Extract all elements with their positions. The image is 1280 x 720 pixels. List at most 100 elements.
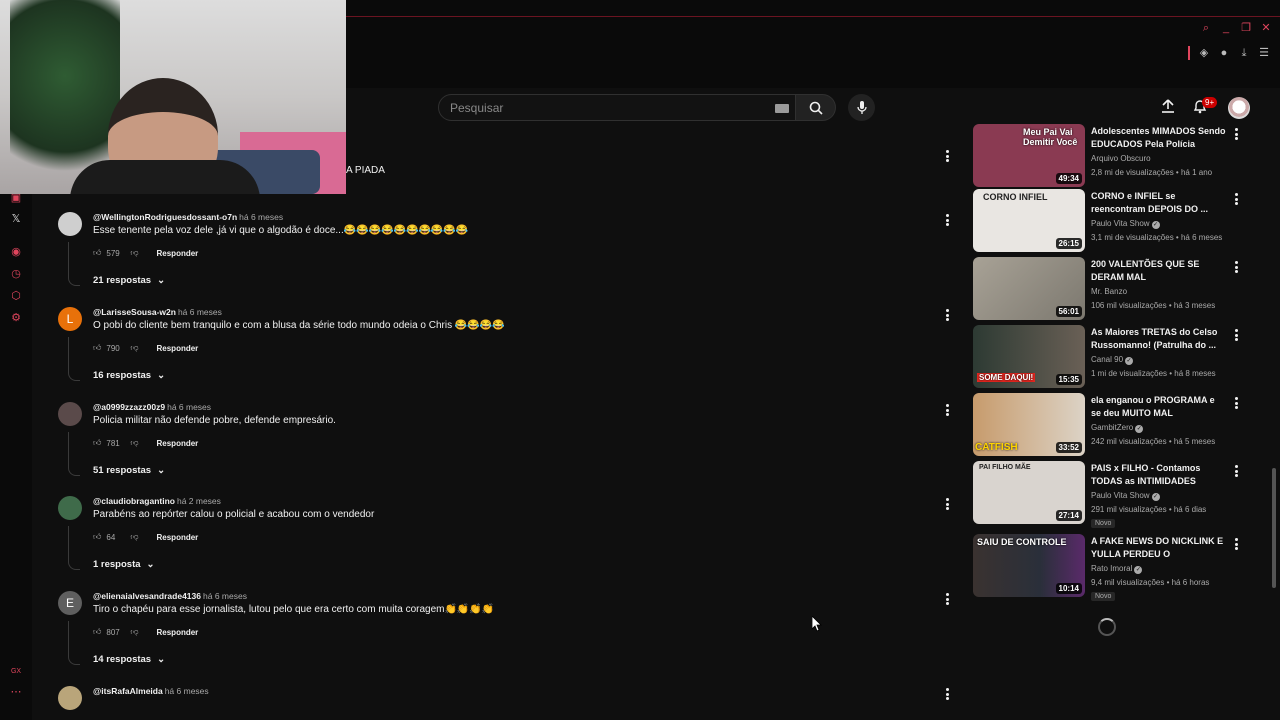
channel-name[interactable]: Paulo Vita Show ✓ — [1091, 491, 1160, 501]
replies-toggle[interactable]: 21 respostas ⌄ — [93, 275, 165, 286]
kebab-icon[interactable] — [1235, 397, 1239, 409]
video-thumbnail[interactable]: PAI FILHO MÃE 27:14 — [973, 461, 1085, 524]
comment-author[interactable]: @elienaialvesandrade4136 — [93, 591, 201, 601]
kebab-icon[interactable] — [1235, 538, 1239, 550]
related-video[interactable]: 56:01 200 VALENTÕES QUE SE DERAM MAL Mr.… — [973, 257, 1243, 321]
replies-toggle[interactable]: 51 respostas ⌄ — [93, 465, 165, 476]
avatar[interactable]: L — [58, 307, 82, 331]
like-icon[interactable]: 👍︎ — [93, 532, 101, 542]
kebab-icon[interactable] — [946, 593, 950, 605]
video-title[interactable]: As Maiores TRETAS do Celso Russomanno! (… — [1091, 326, 1227, 352]
channel-name[interactable]: Canal 90 ✓ — [1091, 355, 1134, 365]
comment-time[interactable]: há 2 meses — [177, 496, 221, 506]
kebab-icon[interactable] — [946, 214, 950, 226]
channel-name[interactable]: Paulo Vita Show ✓ — [1091, 219, 1160, 229]
comment-time[interactable]: há 6 meses — [239, 212, 283, 222]
video-thumbnail[interactable]: Meu Pai Vai Demitir Você 49:34 — [973, 124, 1085, 187]
video-thumbnail[interactable]: SOME DAQUI! 15:35 — [973, 325, 1085, 388]
related-video[interactable]: SOME DAQUI! 15:35 As Maiores TRETAS do C… — [973, 325, 1243, 389]
comment-author[interactable]: @LarisseSousa-w2n — [93, 307, 176, 317]
kebab-icon[interactable] — [946, 688, 950, 700]
kebab-icon[interactable] — [946, 150, 950, 162]
comment-time[interactable]: há 6 meses — [165, 686, 209, 696]
like-icon[interactable]: 👍︎ — [93, 438, 101, 448]
account-avatar[interactable] — [1228, 97, 1250, 119]
video-title[interactable]: ela enganou o PROGRAMA e se deu MUITO MA… — [1091, 394, 1227, 420]
settings-icon[interactable]: ☰ — [1258, 47, 1270, 59]
kebab-icon[interactable] — [1235, 128, 1239, 140]
like-icon[interactable]: 👍︎ — [93, 248, 101, 258]
related-video[interactable]: CORNO INFIEL 26:15 CORNO e INFIEL se ree… — [973, 189, 1243, 253]
cube-icon[interactable]: ⬡ — [10, 290, 22, 302]
related-video[interactable]: CATFISH 33:52 ela enganou o PROGRAMA e s… — [973, 393, 1243, 457]
kebab-icon[interactable] — [1235, 329, 1239, 341]
search-button[interactable] — [796, 94, 836, 121]
kebab-icon[interactable] — [1235, 193, 1239, 205]
dislike-icon[interactable]: 👎︎ — [130, 627, 138, 637]
channel-name[interactable]: GambitZero ✓ — [1091, 423, 1144, 433]
related-video[interactable]: Meu Pai Vai Demitir Você 49:34 Adolescen… — [973, 124, 1243, 188]
kebab-icon[interactable] — [946, 498, 950, 510]
dislike-icon[interactable]: 👎︎ — [130, 532, 138, 542]
video-title[interactable]: CORNO e INFIEL se reencontram DEPOIS DO … — [1091, 190, 1227, 216]
dislike-icon[interactable]: 👎︎ — [130, 438, 138, 448]
search-icon[interactable]: ⌕ — [1200, 22, 1212, 34]
search-box[interactable] — [438, 94, 796, 121]
video-title[interactable]: Adolescentes MIMADOS Sendo EDUCADOS Pela… — [1091, 125, 1227, 151]
comment-author[interactable]: @claudiobragantino — [93, 496, 175, 506]
avatar[interactable]: E — [58, 591, 82, 615]
extension-icon[interactable]: ◈ — [1198, 47, 1210, 59]
video-title[interactable]: PAIS x FILHO - Contamos TODAS as INTIMID… — [1091, 462, 1227, 488]
channel-name[interactable]: Arquivo Obscuro — [1091, 154, 1151, 163]
video-title[interactable]: 200 VALENTÕES QUE SE DERAM MAL — [1091, 258, 1227, 284]
avatar[interactable] — [58, 686, 82, 710]
avatar[interactable] — [58, 402, 82, 426]
restore-icon[interactable]: ❐ — [1240, 22, 1252, 34]
voice-search-button[interactable] — [848, 94, 875, 121]
replies-toggle[interactable]: 16 respostas ⌄ — [93, 370, 165, 381]
kebab-icon[interactable] — [946, 309, 950, 321]
related-video[interactable]: PAI FILHO MÃE 27:14 PAIS x FILHO - Conta… — [973, 461, 1243, 528]
history-icon[interactable]: ◷ — [10, 268, 22, 280]
video-thumbnail[interactable]: SAIU DE CONTROLE 10:14 — [973, 534, 1085, 597]
search-input[interactable] — [450, 101, 750, 115]
video-thumbnail[interactable]: 56:01 — [973, 257, 1085, 320]
x-icon[interactable]: 𝕏 — [10, 213, 22, 225]
dislike-icon[interactable]: 👎︎ — [130, 248, 138, 258]
reply-button[interactable]: Responder — [157, 628, 199, 637]
kebab-icon[interactable] — [1235, 465, 1239, 477]
replies-toggle[interactable]: 14 respostas ⌄ — [93, 654, 165, 665]
profile-icon[interactable]: ● — [1218, 47, 1230, 59]
like-icon[interactable]: 👍︎ — [93, 627, 101, 637]
related-video[interactable]: SAIU DE CONTROLE 10:14 A FAKE NEWS DO NI… — [973, 534, 1243, 601]
play-icon[interactable]: ◉ — [10, 246, 22, 258]
video-thumbnail[interactable]: CATFISH 33:52 — [973, 393, 1085, 456]
kebab-icon[interactable] — [1235, 261, 1239, 273]
comment-time[interactable]: há 6 meses — [178, 307, 222, 317]
upload-icon[interactable] — [1160, 98, 1176, 114]
like-icon[interactable]: 👍︎ — [93, 343, 101, 353]
keyboard-icon[interactable] — [775, 104, 789, 113]
comment-time[interactable]: há 6 meses — [167, 402, 211, 412]
comment-time[interactable]: há 6 meses — [203, 591, 247, 601]
reply-button[interactable]: Responder — [157, 533, 199, 542]
gx-icon[interactable]: GX — [10, 666, 22, 678]
gear-icon[interactable]: ⚙ — [10, 312, 22, 324]
download-icon[interactable]: ⤓ — [1238, 47, 1250, 59]
comment-author[interactable]: @WellingtonRodriguesdossant-o7n — [93, 212, 237, 222]
comment-author[interactable]: @itsRafaAlmeida — [93, 686, 163, 696]
avatar[interactable] — [58, 212, 82, 236]
channel-name[interactable]: Mr. Banzo — [1091, 287, 1127, 296]
video-title[interactable]: A FAKE NEWS DO NICKLINK E YULLA PERDEU O… — [1091, 535, 1227, 561]
more-icon[interactable]: ⋯ — [10, 686, 22, 698]
minimize-icon[interactable]: _ — [1220, 22, 1232, 34]
reply-button[interactable]: Responder — [157, 439, 199, 448]
channel-name[interactable]: Rato Imoral ✓ — [1091, 564, 1143, 574]
video-thumbnail[interactable]: CORNO INFIEL 26:15 — [973, 189, 1085, 252]
reply-button[interactable]: Responder — [157, 249, 199, 258]
comment-author[interactable]: @a0999zzazz00z9 — [93, 402, 165, 412]
close-icon[interactable]: ✕ — [1260, 22, 1272, 34]
avatar[interactable] — [58, 496, 82, 520]
kebab-icon[interactable] — [946, 404, 950, 416]
scrollbar-thumb[interactable] — [1272, 468, 1276, 588]
